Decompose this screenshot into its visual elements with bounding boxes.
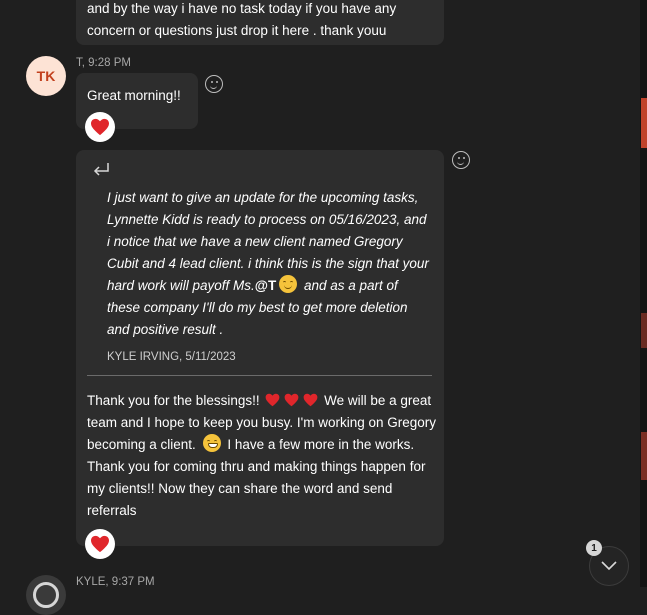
quote-author-date: KYLE IRVING, 5/11/2023 xyxy=(107,351,236,363)
heart-emoji-icon xyxy=(284,393,299,407)
message-text: and by the way i have no task today if y… xyxy=(87,1,397,38)
heart-reaction[interactable] xyxy=(85,529,115,559)
chat-pane: and by the way i have no task today if y… xyxy=(0,0,640,615)
message-text: Great morning!! xyxy=(87,88,181,103)
message-meta: T, 9:28 PM xyxy=(76,57,131,69)
side-panel-edge xyxy=(641,313,647,348)
avatar-initials: TK xyxy=(36,68,56,84)
heart-icon xyxy=(91,118,109,136)
message-text-part: Thank you for the blessings!! xyxy=(87,393,260,408)
add-reaction-icon[interactable] xyxy=(205,75,223,93)
divider xyxy=(87,375,432,376)
quoted-message: I just want to give an update for the up… xyxy=(107,187,431,341)
smiling-face-icon xyxy=(279,275,298,293)
message-text: Thank you for the blessings!! We will be… xyxy=(87,390,437,522)
add-reaction-icon[interactable] xyxy=(452,151,470,169)
avatar[interactable]: TK xyxy=(26,56,66,96)
grinning-face-icon xyxy=(202,434,221,452)
side-panel-edge xyxy=(641,432,647,480)
mention[interactable]: @T xyxy=(255,278,276,293)
heart-emoji-icon xyxy=(265,393,280,407)
message-bubble[interactable]: and by the way i have no task today if y… xyxy=(76,0,444,45)
heart-emoji-icon xyxy=(303,393,318,407)
message-meta: KYLE, 9:37 PM xyxy=(76,576,155,588)
unread-count-badge: 1 xyxy=(586,540,602,556)
side-panel-edge xyxy=(641,98,647,148)
heart-icon xyxy=(91,535,109,553)
reply-arrow-icon xyxy=(93,163,109,176)
message-bubble[interactable]: I just want to give an update for the up… xyxy=(76,150,444,546)
chevron-down-icon xyxy=(601,561,617,571)
heart-reaction[interactable] xyxy=(85,112,115,142)
scrollbar-track[interactable] xyxy=(640,0,647,587)
avatar[interactable] xyxy=(26,575,66,615)
